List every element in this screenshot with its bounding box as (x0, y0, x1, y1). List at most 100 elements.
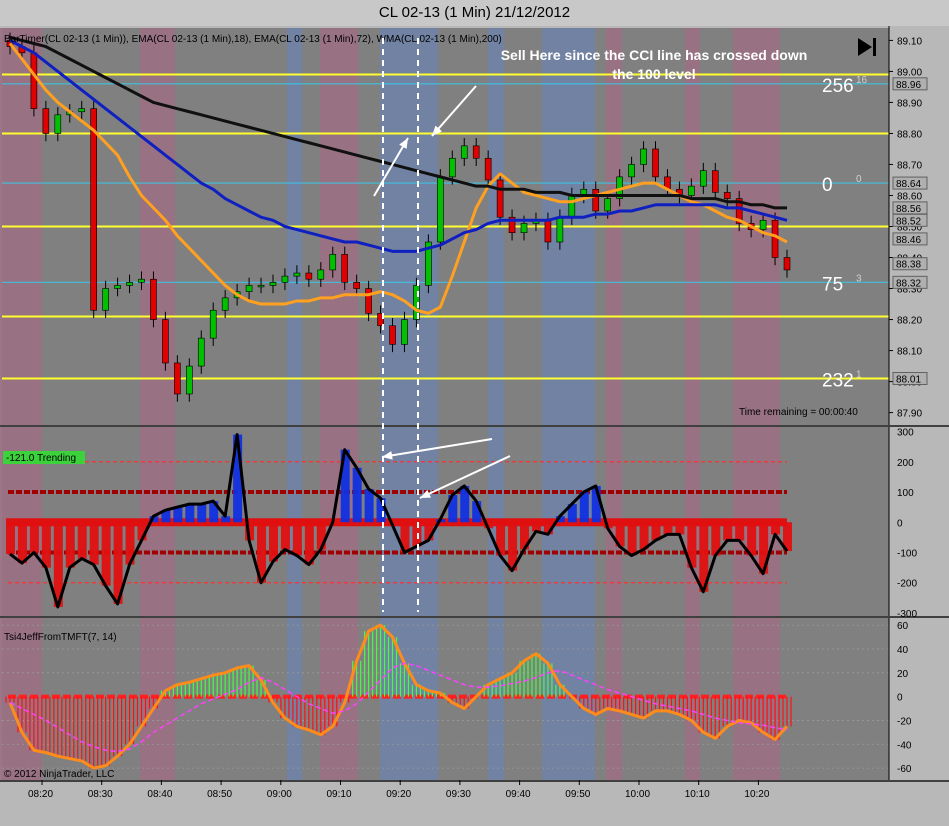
tsi-tick-label: 40 (897, 645, 909, 656)
x-tick-label: 08:20 (28, 789, 53, 800)
candle-body (102, 288, 109, 311)
cci-histogram-bar (6, 522, 15, 555)
cci-tick-label: -300 (897, 609, 917, 620)
y-tick-label: 88.10 (897, 347, 922, 358)
cci-histogram-bar (280, 522, 290, 550)
x-tick-label: 08:30 (88, 789, 113, 800)
candle-body (628, 164, 635, 178)
price-tag-label: 88.64 (896, 179, 921, 190)
candle-body (30, 52, 38, 109)
cci-histogram-bar (735, 522, 745, 541)
candle-body (269, 282, 277, 286)
candle-body (437, 176, 444, 243)
x-tick-label: 08:50 (207, 789, 232, 800)
level-label: 232 (822, 370, 854, 391)
level-sublabel: 0 (856, 174, 862, 185)
candle-body (496, 179, 504, 218)
candle-body (257, 285, 265, 288)
y-tick-label: 89.10 (897, 36, 922, 47)
x-tick-label: 09:20 (386, 789, 411, 800)
session-band (488, 618, 504, 780)
level-label: 256 (822, 76, 854, 97)
cci-histogram-bar (364, 488, 374, 523)
price-tag-label: 88.56 (896, 204, 921, 215)
tsi-tick-label: 0 (897, 693, 903, 704)
cci-histogram-bar (412, 522, 422, 547)
session-band (320, 618, 358, 780)
candle-body (604, 198, 611, 212)
candle-body (592, 188, 600, 212)
bar-timer: Time remaining = 00:00:40 (739, 407, 858, 418)
candle-body (472, 145, 480, 159)
candle-body (556, 216, 564, 243)
window-title: CL 02-13 (1 Min) 21/12/2012 (0, 0, 949, 26)
candle-body (317, 269, 325, 280)
x-tick-label: 09:30 (446, 789, 471, 800)
candle-body (353, 282, 360, 289)
cci-histogram-bar (17, 522, 27, 564)
play-icon-bar (873, 38, 876, 56)
session-band (733, 618, 780, 780)
candle-body (460, 145, 468, 159)
price-tag-label: 88.46 (896, 235, 921, 246)
tsi-tick-label: -20 (897, 716, 912, 727)
candle-body (42, 108, 50, 134)
candle-body (114, 285, 121, 289)
candle-body (174, 362, 181, 395)
tsi-tick-label: 60 (897, 621, 909, 632)
level-sublabel: 1 (856, 369, 862, 380)
candle-body (520, 223, 528, 234)
y-tick-label: 88.20 (897, 316, 922, 327)
price-panel-title: BarTimer(CL 02-13 (1 Min)), EMA(CL 02-13… (4, 34, 502, 45)
price-tag-label: 88.38 (896, 260, 921, 271)
x-tick-label: 09:50 (565, 789, 590, 800)
price-tag-label: 88.01 (896, 374, 921, 385)
y-tick-label: 88.90 (897, 98, 922, 109)
x-tick-label: 08:40 (147, 789, 172, 800)
level-sublabel: 3 (856, 273, 862, 284)
session-band (542, 618, 595, 780)
tsi-panel-title: Tsi4JeffFromTMFT(7, 14) (4, 632, 117, 643)
candle-body (197, 337, 205, 367)
candle-body (448, 157, 456, 178)
candle-body (688, 185, 695, 196)
cci-histogram-bar (173, 507, 183, 523)
x-tick-label: 09:40 (506, 789, 531, 800)
candle-body (138, 278, 145, 283)
candle-body (652, 148, 659, 178)
cci-tick-label: 100 (897, 488, 914, 499)
x-tick-label: 09:10 (327, 789, 352, 800)
candle-body (484, 157, 492, 181)
tsi-tick-label: -60 (897, 764, 912, 775)
tsi-tick-label: -40 (897, 740, 912, 751)
cci-histogram-bar (77, 522, 87, 559)
candle-body (162, 319, 169, 364)
y-tick-label: 88.70 (897, 160, 922, 171)
candle-body (759, 219, 767, 230)
candle-body (365, 288, 372, 314)
x-tick-label: 10:20 (744, 789, 769, 800)
candle-body (640, 148, 647, 165)
price-tag-label: 88.52 (896, 216, 921, 227)
candle-body (78, 108, 86, 113)
candle-body (389, 325, 396, 345)
x-tick-label: 10:10 (685, 789, 710, 800)
cci-tick-label: 300 (897, 428, 914, 439)
candle-body (281, 275, 289, 283)
cci-histogram-bar (101, 522, 111, 586)
candle-body (401, 319, 408, 345)
cci-histogram-bar (292, 522, 302, 556)
copyright-footer: © 2012 NinjaTrader, LLC (4, 769, 114, 780)
cci-panel-title: -121.0 Trending (6, 453, 76, 464)
candle-body (771, 219, 779, 258)
level-sublabel: 16 (856, 75, 868, 86)
candle-body (544, 219, 552, 243)
cci-histogram-bar (41, 522, 51, 568)
candle-body (245, 285, 253, 292)
candle-body (723, 192, 731, 199)
cci-histogram-bar (627, 522, 637, 556)
candle-body (209, 309, 217, 339)
candle-body (783, 257, 791, 271)
tsi-tick-label: 20 (897, 669, 909, 680)
candle-body (700, 170, 707, 187)
